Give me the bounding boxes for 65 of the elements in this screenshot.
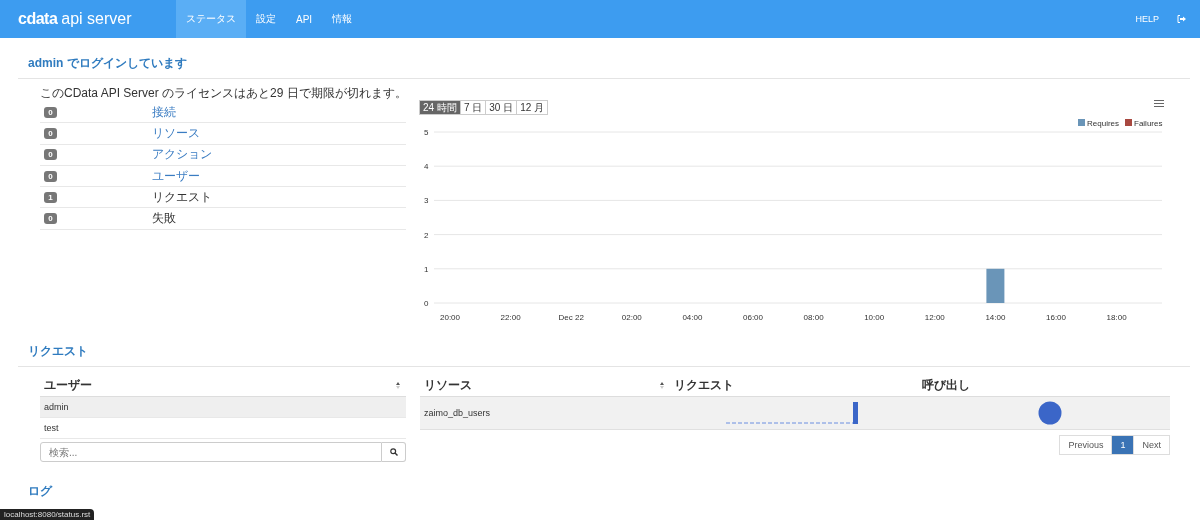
axis-label: 4: [424, 162, 429, 172]
axis-label: 14:00: [985, 313, 1006, 322]
page-button[interactable]: 1: [1111, 435, 1135, 455]
sort-icon[interactable]: [396, 382, 400, 389]
license-note: このCData API Server のライセンスはあと29 日で期限が切れます。: [40, 86, 408, 100]
column-header[interactable]: リソース: [424, 377, 660, 394]
axis-label: 08:00: [803, 313, 824, 322]
axis-label: 06:00: [743, 313, 763, 322]
next-button[interactable]: Next: [1133, 435, 1170, 455]
axis-label: 02:00: [621, 313, 642, 322]
bar: [986, 268, 1005, 303]
axis-label: 10:00: [864, 313, 885, 322]
range-button[interactable]: 30 日: [485, 100, 518, 115]
axis-label: 18:00: [1106, 313, 1127, 322]
range-button[interactable]: 24 時間: [419, 100, 461, 115]
axis-label: 0: [424, 299, 429, 308]
section-heading: ログ: [27, 483, 54, 498]
stat-link[interactable]: ユーザー: [152, 167, 200, 185]
count-badge: 0: [44, 106, 57, 118]
table-cell-text: zaimo_db_users: [424, 408, 492, 418]
status-tooltip: localhost:8080/status.rst: [0, 509, 95, 520]
stat-label: リクエスト: [152, 188, 212, 206]
nav-tab[interactable]: 情報: [322, 0, 363, 38]
legend-item[interactable]: Requires: [1078, 119, 1119, 128]
search-field[interactable]: 検索...: [40, 442, 382, 462]
axis-label: 3: [424, 196, 429, 206]
previous-button[interactable]: Previous: [1059, 435, 1113, 455]
axis-label: 12:00: [924, 313, 945, 322]
stat-link[interactable]: リソース: [152, 124, 200, 142]
legend-label: Requires: [1087, 119, 1120, 128]
range-button[interactable]: 12 月: [516, 100, 549, 115]
count-badge: 0: [44, 149, 57, 161]
section-heading: リクエスト: [18, 336, 1190, 367]
sort-icon[interactable]: [660, 382, 664, 389]
count-badge: 0: [44, 213, 57, 225]
axis-label: 5: [424, 128, 429, 137]
legend-label: Failures: [1134, 119, 1163, 128]
search-button[interactable]: [382, 442, 406, 462]
count-badge: 0: [44, 170, 57, 182]
bubble: [1038, 401, 1062, 425]
axis-label: Dec 22: [558, 313, 584, 322]
help-link[interactable]: HELP: [1135, 14, 1159, 24]
count-badge: 1: [44, 191, 57, 203]
section-heading: admin でログインしています: [18, 38, 1190, 79]
logout-icon[interactable]: [1177, 15, 1186, 23]
menu-icon[interactable]: [1154, 100, 1164, 107]
axis-label: 16:00: [1046, 313, 1066, 322]
count-badge: 0: [44, 127, 57, 139]
axis-label: 20:00: [440, 313, 460, 322]
stat-link[interactable]: アクション: [152, 146, 212, 164]
axis-label: 1: [424, 264, 429, 274]
axis-label: 2: [424, 230, 429, 240]
column-header: 呼び出し: [922, 377, 971, 394]
column-header: リクエスト: [674, 377, 735, 394]
user-row[interactable]: admin: [40, 397, 406, 418]
logo[interactable]: cdata api server: [18, 0, 176, 38]
stat-label: 失敗: [152, 210, 176, 228]
stat-link[interactable]: 接続: [152, 103, 176, 121]
axis-label: 22:00: [500, 313, 521, 322]
legend-item[interactable]: Failures: [1125, 119, 1163, 128]
nav-tab[interactable]: API: [286, 0, 323, 38]
nav-tab[interactable]: 設定: [246, 0, 286, 38]
search-icon: [389, 448, 398, 456]
axis-label: 04:00: [682, 313, 703, 322]
column-header[interactable]: ユーザー: [44, 377, 396, 394]
